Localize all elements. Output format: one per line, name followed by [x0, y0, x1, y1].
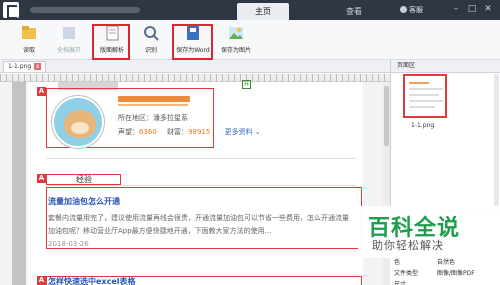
heading-tag: H	[242, 80, 251, 89]
thumb-line	[409, 94, 439, 96]
horizontal-ruler	[0, 74, 390, 82]
property-row-size: 尺寸	[394, 279, 406, 285]
app-logo-icon	[3, 2, 19, 19]
property-value: 图像/图像PDF	[437, 270, 475, 277]
document-tab[interactable]: 1-1.png x	[3, 61, 47, 72]
ribbon-toolbar: 读取 全档展开 版面解析 识别 保存为Word 保存为图片	[0, 20, 500, 60]
maximize-button[interactable]: □	[466, 3, 478, 15]
article-excerpt-line-1: 套餐内流量用完了，建议使用流量再线会很贵，开通流量加油包可以节省一些费用，怎么开…	[48, 214, 349, 222]
minimize-button[interactable]: –	[450, 3, 462, 15]
article-excerpt-line-2: 加油包呢？移动营业厅App最方便快捷地开通，下面教大家方法的使用...	[48, 227, 272, 235]
thumb-line	[409, 100, 443, 102]
title-bar: 主页 查看 客服 – □ ✕	[0, 0, 500, 20]
location-label: 所在地区：	[118, 114, 153, 122]
stats-row: 声望：6360 财富：98915 更多资料 ⌄	[118, 127, 261, 137]
article-title-2[interactable]: 怎样快速选中excel表格	[48, 276, 136, 285]
expand-icon	[63, 27, 75, 39]
experience-tab[interactable]: 经验	[76, 174, 92, 185]
user-icon	[400, 6, 407, 13]
document-tab-bar: 1-1.png x	[0, 60, 390, 73]
app-window: 主页 查看 客服 – □ ✕ 读取 全档展开 版面解析 识别 保存为Word 保…	[0, 0, 500, 285]
user-label: 客服	[409, 6, 423, 14]
wealth-label: 财富：	[167, 128, 189, 136]
block-tag-3: A	[37, 276, 46, 285]
watermark-logo: 百科全说 助你轻松解决	[358, 206, 500, 258]
location-value: 潘多拉星系	[153, 114, 188, 122]
property-row-color: 色 自然色	[394, 257, 455, 266]
tab-underline	[46, 185, 356, 186]
avatar-face	[71, 122, 89, 134]
wealth-value: 98915	[188, 128, 211, 136]
recognize-icon	[144, 26, 159, 41]
save-as-image-button[interactable]: 保存为图片	[216, 22, 256, 58]
reputation-label: 声望：	[118, 128, 139, 136]
avatar	[52, 96, 104, 148]
open-icon	[22, 26, 36, 39]
page-panel-header: 页面区	[391, 60, 500, 73]
property-label: 色	[394, 259, 401, 266]
article-date: 2018-03-26	[48, 240, 89, 248]
thumb-line	[409, 106, 435, 108]
page-thumbnail[interactable]	[403, 74, 447, 118]
block-tag-2: A	[37, 174, 46, 183]
watermark-subtitle: 助你轻松解决	[372, 239, 444, 252]
save-as-image-label: 保存为图片	[220, 47, 251, 54]
blurred-username-shadow	[118, 104, 188, 106]
blurred-username	[118, 96, 190, 102]
property-label: 尺寸	[394, 281, 407, 285]
scrollbar-thumb[interactable]	[384, 86, 389, 146]
tab-home[interactable]: 主页	[237, 3, 289, 20]
user-button[interactable]: 客服	[400, 4, 434, 16]
tab-view[interactable]: 查看	[328, 3, 380, 20]
section-divider	[46, 158, 356, 159]
more-info-link[interactable]: 更多资料 ⌄	[225, 128, 261, 136]
save-image-icon	[229, 27, 243, 39]
location-row: 所在地区：潘多拉星系	[118, 113, 188, 123]
expand-all-button: 全档展开	[52, 22, 86, 58]
thumbnail-filename: 1-1.png	[411, 122, 435, 129]
document-tab-label: 1-1.png	[8, 63, 32, 70]
close-window-button[interactable]: ✕	[482, 3, 494, 15]
article-title-1[interactable]: 流量加油包怎么开通	[48, 196, 120, 207]
property-value: 自然色	[437, 259, 456, 266]
reputation-value: 6360	[139, 128, 157, 136]
recognize-button[interactable]: 识别	[138, 22, 164, 58]
thumb-line	[409, 88, 443, 90]
block-tag-1: A	[37, 87, 46, 96]
highlight-save-as-word	[172, 24, 213, 60]
property-row-filetype: 文件类型 图像/图像PDF	[394, 268, 475, 277]
open-label: 读取	[22, 47, 35, 54]
highlight-layout-analysis	[92, 24, 130, 60]
property-label: 文件类型	[394, 270, 419, 277]
close-tab-icon[interactable]: x	[34, 63, 42, 70]
expand-all-label: 全档展开	[56, 47, 81, 54]
blurred-app-title	[30, 7, 140, 13]
open-button[interactable]: 读取	[14, 22, 44, 58]
page-shadow	[12, 82, 26, 285]
recognize-label: 识别	[144, 47, 157, 54]
thumb-line	[409, 82, 429, 84]
